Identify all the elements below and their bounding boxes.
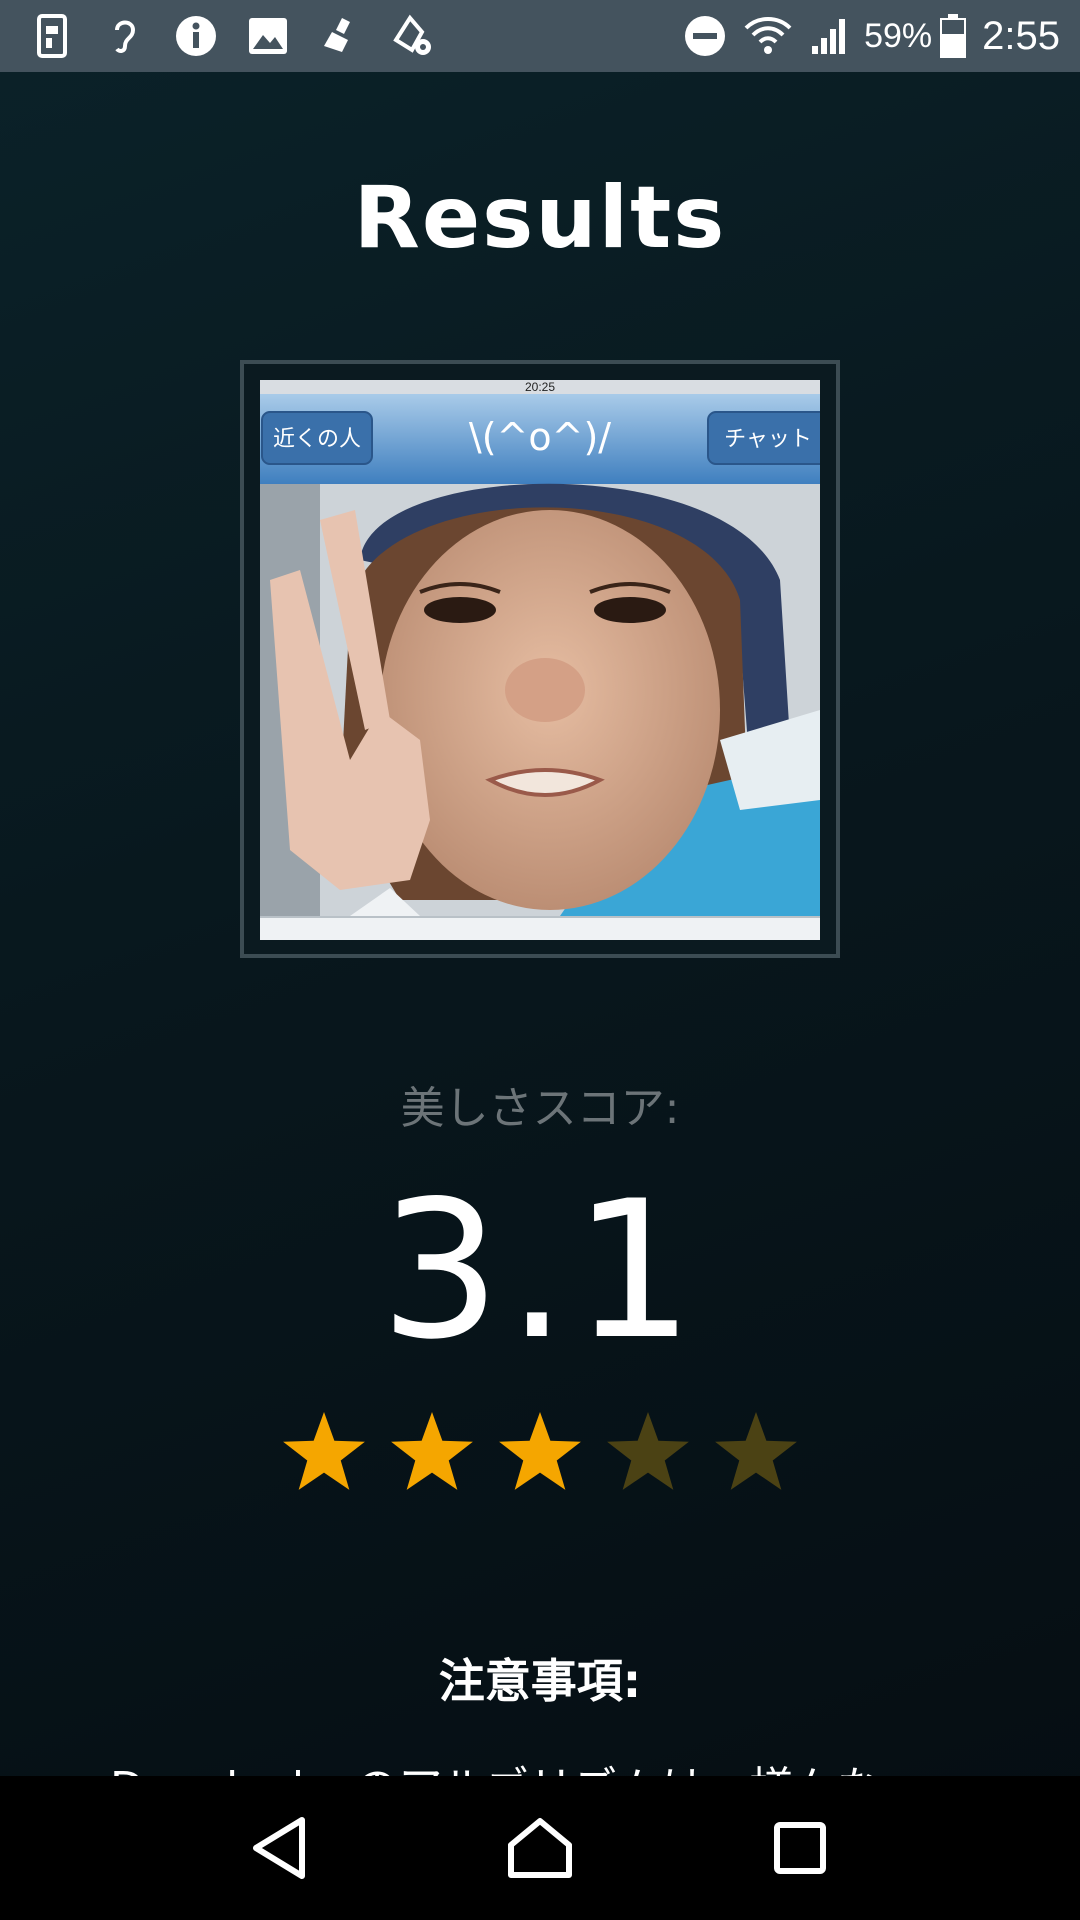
status-bar: 59% 2:55 (0, 0, 1080, 72)
analyzed-photo: 20:25 近くの人 \(^o^)/ チャット (260, 380, 820, 940)
home-icon[interactable] (500, 1808, 580, 1888)
signal-icon (810, 16, 850, 56)
results-screen: 59% 2:55 Results 20:25 近くの人 \(^o^)/ チャット… (0, 0, 1080, 1920)
star-filled-icon (387, 1410, 477, 1504)
sim-card-icon (30, 14, 74, 58)
score-label: 美しさスコア: (400, 1083, 680, 1134)
back-icon[interactable] (240, 1808, 320, 1888)
paint-settings-icon (390, 14, 434, 58)
hearing-icon (102, 14, 146, 58)
photo-status-time: 20:25 (525, 380, 555, 394)
sweep-icon (318, 14, 362, 58)
star-empty-icon (711, 1410, 801, 1504)
clock: 2:55 (982, 13, 1060, 58)
photo-app-title: \(^o^)/ (469, 415, 611, 459)
system-status: 59% 2:55 (666, 14, 1060, 59)
wifi-icon (744, 16, 792, 56)
notification-icons (30, 14, 462, 58)
photo-app-right-button: チャット (724, 427, 812, 452)
score-value: 3.1 (379, 1160, 701, 1381)
page-title: Results (353, 168, 727, 268)
star-empty-icon (603, 1410, 693, 1504)
info-icon (174, 14, 218, 58)
star-filled-icon (495, 1410, 585, 1504)
battery-icon (940, 14, 967, 58)
photo-app-left-button: 近くの人 (273, 427, 361, 452)
star-rating (0, 1410, 1080, 1504)
navigation-bar (0, 1776, 1080, 1920)
battery-percent: 59% (864, 16, 933, 55)
do-not-disturb-icon (684, 15, 726, 57)
recents-icon[interactable] (760, 1808, 840, 1888)
star-filled-icon (279, 1410, 369, 1504)
photo-frame: 20:25 近くの人 \(^o^)/ チャット (240, 360, 840, 958)
notes-heading: 注意事項: (438, 1654, 642, 1708)
image-icon (246, 14, 290, 58)
